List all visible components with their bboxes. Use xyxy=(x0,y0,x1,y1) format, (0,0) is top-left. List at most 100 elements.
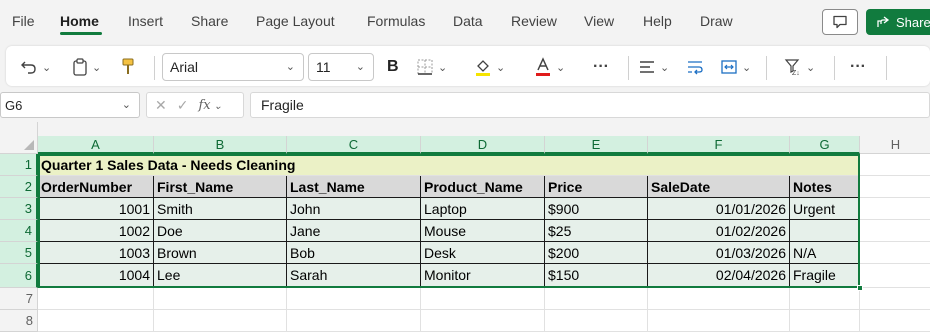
empty-cell[interactable] xyxy=(790,310,860,332)
table-cell[interactable]: $200 xyxy=(545,242,648,264)
table-cell[interactable]: 02/04/2026 xyxy=(648,264,790,288)
menu-page-layout[interactable]: Page Layout xyxy=(256,13,335,29)
header-cell-first-name[interactable]: First_Name xyxy=(154,176,287,198)
table-cell[interactable]: $25 xyxy=(545,220,648,242)
font-name-dropdown[interactable]: Arial ⌄ xyxy=(162,53,304,81)
menu-view[interactable]: View xyxy=(584,13,614,29)
table-cell[interactable]: Urgent xyxy=(790,198,860,220)
table-cell[interactable]: 1001 xyxy=(38,198,154,220)
table-cell[interactable]: Doe xyxy=(154,220,287,242)
menu-help[interactable]: Help xyxy=(643,13,672,29)
table-cell[interactable]: N/A xyxy=(790,242,860,264)
table-cell[interactable]: Smith xyxy=(154,198,287,220)
empty-cell[interactable] xyxy=(38,288,154,310)
table-cell[interactable]: Brown xyxy=(154,242,287,264)
menu-draw[interactable]: Draw xyxy=(700,13,733,29)
column-header-b[interactable]: B xyxy=(154,136,287,154)
title-cell[interactable]: Quarter 1 Sales Data - Needs Cleaning xyxy=(38,154,860,176)
row-header-7[interactable]: 7 xyxy=(0,288,38,310)
confirm-icon[interactable]: ✓ xyxy=(177,97,189,114)
menu-insert[interactable]: Insert xyxy=(128,13,163,29)
empty-cell[interactable] xyxy=(860,242,930,264)
menu-file[interactable]: File xyxy=(12,13,35,29)
table-cell[interactable]: $900 xyxy=(545,198,648,220)
empty-cell[interactable] xyxy=(287,310,421,332)
more-font-options-button[interactable]: ··· xyxy=(593,56,609,78)
header-cell-price[interactable]: Price xyxy=(545,176,648,198)
menu-home[interactable]: Home xyxy=(60,13,99,29)
table-cell[interactable]: $150 xyxy=(545,264,648,288)
font-color-button[interactable]: ⌄ xyxy=(534,56,565,78)
column-header-h[interactable]: H xyxy=(860,136,930,154)
undo-button[interactable]: ⌄ xyxy=(20,56,51,78)
table-cell[interactable]: Lee xyxy=(154,264,287,288)
empty-cell[interactable] xyxy=(860,198,930,220)
row-header-5[interactable]: 5 xyxy=(0,242,38,264)
empty-cell[interactable] xyxy=(545,288,648,310)
table-cell[interactable]: 1002 xyxy=(38,220,154,242)
empty-cell[interactable] xyxy=(287,288,421,310)
empty-cell[interactable] xyxy=(648,310,790,332)
table-cell[interactable]: Sarah xyxy=(287,264,421,288)
empty-cell[interactable] xyxy=(790,288,860,310)
menu-data[interactable]: Data xyxy=(453,13,483,29)
header-cell-notes[interactable]: Notes xyxy=(790,176,860,198)
table-cell[interactable]: John xyxy=(287,198,421,220)
row-header-2[interactable]: 2 xyxy=(0,176,38,198)
row-header-4[interactable]: 4 xyxy=(0,220,38,242)
empty-cell[interactable] xyxy=(545,310,648,332)
empty-cell[interactable] xyxy=(860,288,930,310)
table-cell[interactable]: Laptop xyxy=(421,198,545,220)
empty-cell[interactable] xyxy=(860,176,930,198)
fill-color-button[interactable]: ⌄ xyxy=(474,56,505,78)
wrap-text-button[interactable] xyxy=(686,56,704,78)
paste-button[interactable]: ⌄ xyxy=(72,56,101,78)
row-header-1[interactable]: 1 xyxy=(0,154,38,176)
empty-cell[interactable] xyxy=(154,288,287,310)
spreadsheet-grid[interactable]: A B C D E F G H 1 2 3 4 5 6 7 8 Quarter … xyxy=(0,122,930,336)
table-cell[interactable]: Mouse xyxy=(421,220,545,242)
table-cell[interactable] xyxy=(790,220,860,242)
header-cell-product-name[interactable]: Product_Name xyxy=(421,176,545,198)
name-box[interactable]: G6 ⌄ xyxy=(0,92,140,118)
header-cell-saledate[interactable]: SaleDate xyxy=(648,176,790,198)
table-cell[interactable]: 01/03/2026 xyxy=(648,242,790,264)
sort-filter-button[interactable]: Z↓ ⌄ xyxy=(784,56,815,78)
table-cell[interactable]: 1004 xyxy=(38,264,154,288)
column-header-a[interactable]: A xyxy=(38,136,154,154)
font-size-dropdown[interactable]: 11 ⌄ xyxy=(308,53,374,81)
column-header-c[interactable]: C xyxy=(287,136,421,154)
column-header-e[interactable]: E xyxy=(545,136,648,154)
share-button[interactable]: Share xyxy=(866,9,930,35)
row-header-3[interactable]: 3 xyxy=(0,198,38,220)
cancel-icon[interactable]: ✕ xyxy=(155,97,167,114)
row-header-8[interactable]: 8 xyxy=(0,310,38,332)
format-painter-button[interactable] xyxy=(120,56,136,78)
header-cell-last-name[interactable]: Last_Name xyxy=(287,176,421,198)
merge-button[interactable]: ⌄ xyxy=(720,56,751,78)
empty-cell[interactable] xyxy=(860,220,930,242)
bold-button[interactable]: B xyxy=(387,56,399,78)
fill-handle[interactable] xyxy=(857,285,863,291)
comments-button[interactable] xyxy=(822,9,858,35)
more-options-button[interactable]: ··· xyxy=(850,56,866,78)
table-cell[interactable]: Jane xyxy=(287,220,421,242)
table-cell[interactable]: 01/01/2026 xyxy=(648,198,790,220)
borders-button[interactable]: ⌄ xyxy=(416,56,447,78)
menu-formulas[interactable]: Formulas xyxy=(367,13,425,29)
table-cell[interactable]: 01/02/2026 xyxy=(648,220,790,242)
empty-cell[interactable] xyxy=(421,288,545,310)
header-cell-ordernumber[interactable]: OrderNumber xyxy=(38,176,154,198)
empty-cell[interactable] xyxy=(860,264,930,288)
table-cell[interactable]: Monitor xyxy=(421,264,545,288)
active-cell[interactable]: Fragile xyxy=(790,264,860,288)
insert-function-button[interactable]: fx ⌄ xyxy=(198,98,222,113)
empty-cell[interactable] xyxy=(38,310,154,332)
table-cell[interactable]: Bob xyxy=(287,242,421,264)
empty-cell[interactable] xyxy=(860,310,930,332)
column-header-g[interactable]: G xyxy=(790,136,860,154)
column-header-d[interactable]: D xyxy=(421,136,545,154)
align-button[interactable]: ⌄ xyxy=(638,56,669,78)
select-all-button[interactable] xyxy=(0,122,38,154)
menu-share[interactable]: Share xyxy=(191,13,228,29)
